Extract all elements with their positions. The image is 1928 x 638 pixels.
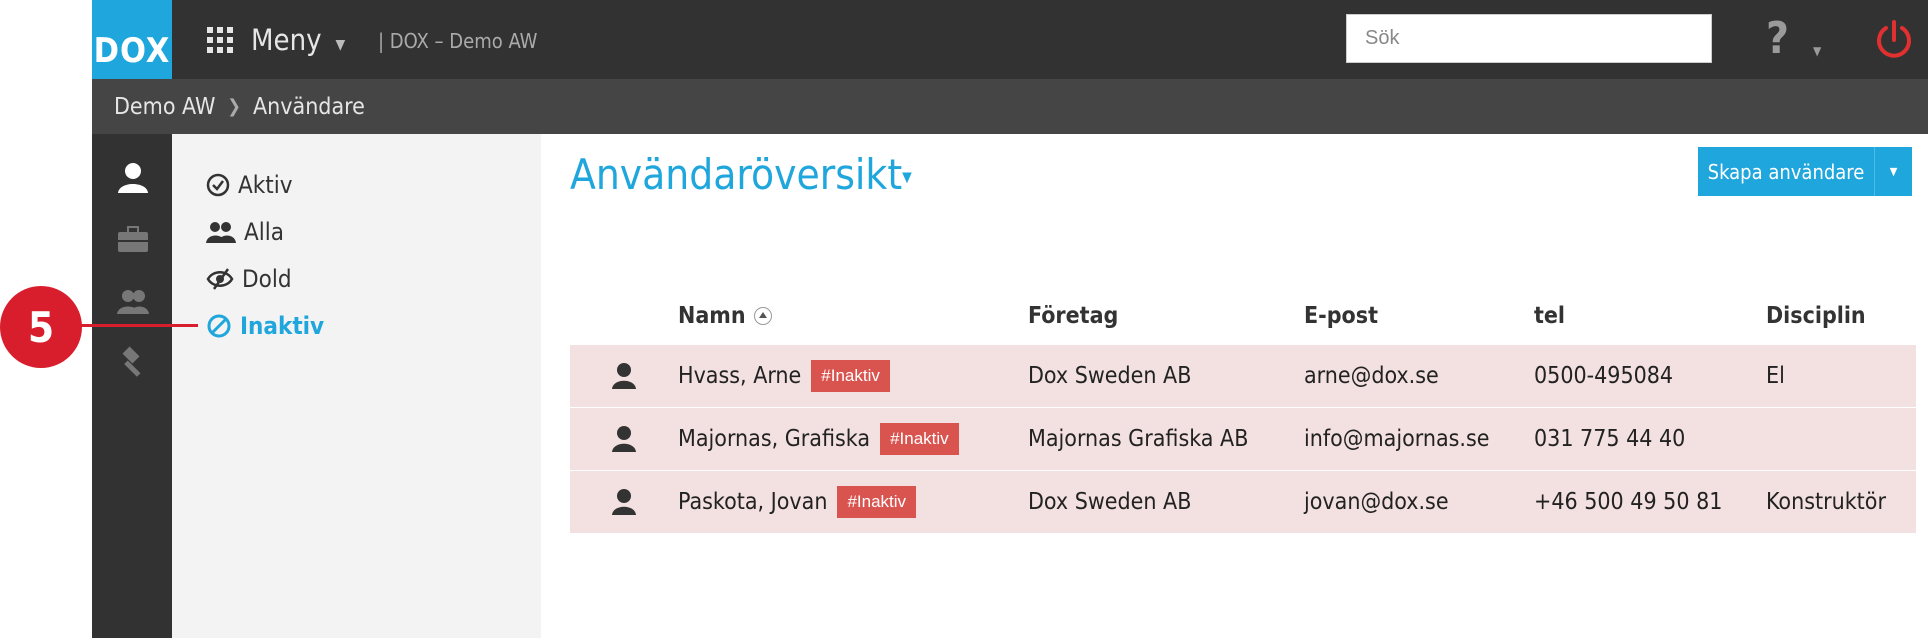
top-bar: DOX Meny ▼ | DOX – Demo AW ? ▼ <box>92 0 1928 79</box>
create-user-button[interactable]: Skapa användare <box>1698 147 1874 196</box>
user-icon <box>612 426 636 452</box>
menu-button[interactable]: Meny ▼ <box>207 20 345 60</box>
table-row[interactable]: Majornas, Grafiska #Inaktiv Majornas Graf… <box>570 407 1916 470</box>
column-header-name[interactable]: Namn <box>678 303 1028 329</box>
sidebar-rail <box>92 134 172 638</box>
breadcrumb-item-project[interactable]: Demo AW <box>114 94 215 120</box>
filter-inactive[interactable]: Inaktiv <box>206 309 324 343</box>
chevron-down-icon: ▼ <box>1889 165 1898 178</box>
user-icon[interactable] <box>116 161 150 195</box>
chevron-down-icon: ▼ <box>902 169 912 186</box>
power-icon[interactable] <box>1872 18 1916 62</box>
create-user-button-group: Skapa användare ▼ <box>1698 147 1912 196</box>
sort-ascending-icon[interactable] <box>753 307 772 325</box>
users-icon[interactable] <box>116 284 150 318</box>
callout-line <box>80 324 198 327</box>
cell-discipline: El <box>1766 363 1785 389</box>
briefcase-icon[interactable] <box>116 222 150 256</box>
search-input[interactable] <box>1346 14 1712 63</box>
status-badge: #Inaktiv <box>837 486 917 518</box>
cell-tel: 0500-495084 <box>1534 363 1674 389</box>
table-row[interactable]: Hvass, Arne #Inaktiv Dox Sweden AB arne@d… <box>570 344 1916 407</box>
cell-tel: +46 500 49 50 81 <box>1534 489 1723 515</box>
chevron-right-icon: ❯ <box>227 96 241 117</box>
filter-active[interactable]: Aktiv <box>206 168 293 202</box>
filter-label: Alla <box>244 218 284 246</box>
create-user-dropdown-toggle[interactable]: ▼ <box>1874 147 1912 196</box>
chevron-down-icon[interactable]: ▼ <box>1813 44 1821 58</box>
dox-logo[interactable]: DOX <box>92 0 172 79</box>
table-header: Namn Företag E-post tel Disciplin <box>570 288 1916 344</box>
filter-label: Inaktiv <box>240 312 325 340</box>
cell-company: Dox Sweden AB <box>1028 363 1192 389</box>
filter-all[interactable]: Alla <box>206 215 284 249</box>
status-badge: #Inaktiv <box>811 360 890 392</box>
user-icon <box>612 489 636 515</box>
table-row[interactable]: Paskota, Jovan #Inaktiv Dox Sweden AB jov… <box>570 470 1916 533</box>
column-header-email[interactable]: E-post <box>1304 303 1534 329</box>
grid-icon <box>207 27 233 53</box>
column-header-discipline[interactable]: Disciplin <box>1766 303 1916 329</box>
column-header-tel[interactable]: tel <box>1534 303 1766 329</box>
app-name: | DOX – Demo AW <box>378 29 538 53</box>
cell-name: Hvass, Arne <box>678 363 802 389</box>
cell-name: Paskota, Jovan <box>678 489 828 515</box>
cell-name: Majornas, Grafiska <box>678 426 871 452</box>
column-header-company[interactable]: Företag <box>1028 303 1304 329</box>
cell-company: Dox Sweden AB <box>1028 489 1192 515</box>
cell-discipline: Konstruktör <box>1766 489 1886 515</box>
filter-hidden[interactable]: Dold <box>206 262 292 296</box>
gavel-icon[interactable] <box>116 346 150 380</box>
cell-email: jovan@dox.se <box>1304 489 1449 515</box>
chevron-down-icon: ▼ <box>335 37 346 53</box>
breadcrumb: Demo AW ❯ Användare <box>92 79 1928 134</box>
column-label: Namn <box>678 303 746 329</box>
users-table: Namn Företag E-post tel Disciplin Hvass,… <box>570 288 1916 533</box>
check-circle-icon <box>206 173 230 197</box>
callout-badge: 5 <box>0 286 82 368</box>
cell-company: Majornas Grafiska AB <box>1028 426 1249 452</box>
cell-email: info@majornas.se <box>1304 426 1490 452</box>
filter-label: Dold <box>242 265 292 293</box>
breadcrumb-item-users[interactable]: Användare <box>253 94 365 120</box>
ban-icon <box>207 314 231 338</box>
help-button[interactable]: ? <box>1766 14 1789 64</box>
status-badge: #Inaktiv <box>880 423 959 455</box>
user-icon <box>612 363 636 389</box>
eye-slash-icon <box>206 268 234 290</box>
users-icon <box>206 222 236 243</box>
filter-label: Aktiv <box>238 171 293 199</box>
page-title-text: Användaröversikt <box>570 150 903 199</box>
cell-tel: 031 775 44 40 <box>1534 426 1686 452</box>
page-title[interactable]: Användaröversikt▼ <box>570 150 912 199</box>
menu-label: Meny <box>251 23 322 57</box>
cell-email: arne@dox.se <box>1304 363 1439 389</box>
filter-panel: Aktiv Alla Dold Inaktiv <box>172 134 541 638</box>
